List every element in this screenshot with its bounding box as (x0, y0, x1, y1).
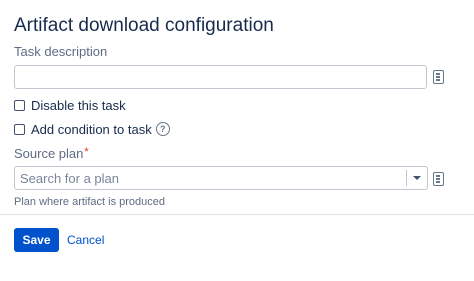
cancel-link[interactable]: Cancel (67, 233, 104, 247)
source-plan-hint: Plan where artifact is produced (14, 196, 166, 208)
required-marker: * (84, 146, 89, 158)
select-divider (406, 170, 407, 186)
task-description-input[interactable] (14, 65, 427, 89)
task-description-label: Task description (14, 44, 108, 59)
document-icon[interactable] (433, 70, 444, 84)
document-icon[interactable] (433, 172, 444, 186)
form-divider (0, 214, 474, 215)
add-condition-checkbox[interactable] (14, 123, 25, 135)
page-title: Artifact download configuration (14, 15, 274, 36)
chevron-down-icon[interactable] (413, 176, 421, 180)
disable-task-checkbox[interactable] (14, 99, 25, 111)
source-plan-label: Source plan (14, 146, 84, 161)
add-condition-label[interactable]: Add condition to task (31, 122, 152, 137)
artifact-download-config-page: Artifact download configuration Task des… (0, 0, 474, 281)
save-button[interactable]: Save (14, 228, 59, 252)
disable-task-row: Disable this task (14, 97, 126, 113)
source-plan-placeholder: Search for a plan (20, 171, 120, 186)
source-plan-select[interactable]: Search for a plan (14, 166, 428, 190)
disable-task-label[interactable]: Disable this task (31, 98, 126, 113)
question-mark-icon[interactable]: ? (155, 122, 170, 136)
source-plan-label-wrap: Source plan* (14, 146, 89, 161)
add-condition-row: Add condition to task ? (14, 121, 170, 137)
